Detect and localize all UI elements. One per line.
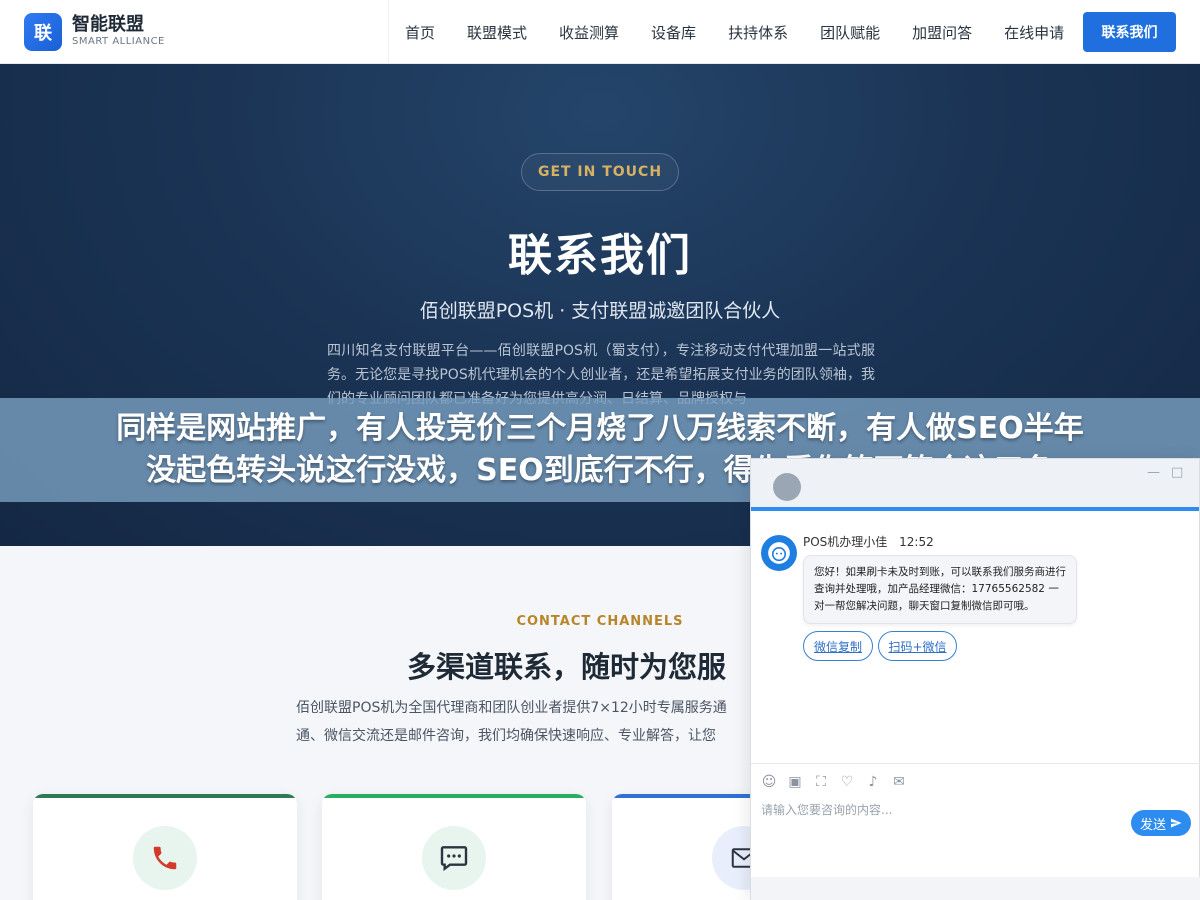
emoji-icon[interactable]: ☺ (761, 774, 777, 790)
screenshot-icon[interactable]: ⛶ (813, 774, 829, 790)
nav-item-earnings[interactable]: 收益测算 (543, 22, 635, 43)
nav-item-alliance-mode[interactable]: 联盟模式 (451, 22, 543, 43)
contact-card-phone[interactable] (33, 794, 297, 900)
nav-item-devices[interactable]: 设备库 (635, 22, 712, 43)
scan-wechat-button[interactable]: 扫码+微信 (878, 631, 957, 661)
nav-item-support[interactable]: 扶持体系 (712, 22, 804, 43)
chat-message-input[interactable]: 请输入您要咨询的内容... (761, 801, 892, 818)
copy-wechat-button[interactable]: 微信复制 (803, 631, 873, 661)
agent-name: POS机办理小佳 (803, 535, 888, 549)
channels-description: 佰创联盟POS机为全国代理商和团队创业者提供7×12小时专属服务通 通、微信交流… (296, 694, 750, 750)
site-logo[interactable]: 联 智能联盟 SMART ALLIANCE (24, 13, 165, 51)
send-button[interactable]: 发送 (1131, 810, 1191, 836)
contact-card-message[interactable] (322, 794, 586, 900)
maximize-icon[interactable]: □ (1171, 465, 1183, 480)
chat-footer (751, 877, 1200, 900)
minimize-icon[interactable]: — (1147, 465, 1160, 480)
hero-subtitle: 佰创联盟POS机 · 支付联盟诚邀团队合伙人 (419, 300, 781, 322)
image-icon[interactable]: ▣ (787, 774, 803, 790)
agent-avatar (761, 535, 797, 571)
nav-item-team[interactable]: 团队赋能 (804, 22, 896, 43)
card-accent-bar (322, 794, 586, 798)
chat-toolbar: ☺ ▣ ⛶ ♡ ♪ ✉ (751, 763, 1200, 799)
banner-line-1: 同样是网站推广，有人投竞价三个月烧了八万线索不断，有人做SEO半年 (116, 411, 1084, 446)
agent-message-bubble: 您好！如果刷卡未及时到账，可以联系我们服务商进行查询并处理哦，加产品经理微信：1… (803, 555, 1077, 624)
channels-desc-line-2: 通、微信交流还是邮件咨询，我们均确保快速响应、专业解答，让您 (296, 728, 716, 744)
card-accent-bar (33, 794, 297, 798)
phone-icon (133, 826, 197, 890)
voice-icon[interactable]: ♪ (865, 774, 881, 790)
top-navbar: 联 智能联盟 SMART ALLIANCE 首页 联盟模式 收益测算 设备库 扶… (0, 0, 1200, 64)
logo-subtitle: SMART ALLIANCE (72, 36, 165, 47)
chat-header: — □ (751, 459, 1199, 511)
agent-name-time: POS机办理小佳 12:52 (803, 533, 934, 550)
message-time: 12:52 (899, 535, 934, 549)
chat-bubble-icon (422, 826, 486, 890)
channels-desc-line-1: 佰创联盟POS机为全国代理商和团队创业者提供7×12小时专属服务通 (296, 700, 727, 716)
hero-title: 联系我们 (508, 230, 692, 281)
get-in-touch-pill: GET IN TOUCH (521, 153, 679, 191)
rate-icon[interactable]: ♡ (839, 774, 855, 790)
contact-us-button[interactable]: 联系我们 (1083, 12, 1176, 52)
channels-title: 多渠道联系，随时为您服 (407, 650, 727, 684)
logo-title: 智能联盟 (72, 14, 144, 35)
send-icon (1171, 818, 1182, 828)
chat-widget: — □ POS机办理小佳 12:52 您好！如果刷卡未及时到账，可以联系我们服务… (750, 458, 1200, 900)
logo-mark: 联 (24, 13, 62, 51)
logo-text: 智能联盟 SMART ALLIANCE (72, 15, 165, 49)
main-nav: 首页 联盟模式 收益测算 设备库 扶持体系 团队赋能 加盟问答 在线申请 (388, 0, 1080, 64)
nav-item-home[interactable]: 首页 (389, 22, 451, 43)
nav-item-faq[interactable]: 加盟问答 (896, 22, 988, 43)
send-label: 发送 (1139, 817, 1166, 833)
wechat-icon[interactable]: ✉ (891, 774, 907, 790)
nav-item-apply[interactable]: 在线申请 (988, 22, 1080, 43)
chat-header-avatar (773, 473, 801, 501)
